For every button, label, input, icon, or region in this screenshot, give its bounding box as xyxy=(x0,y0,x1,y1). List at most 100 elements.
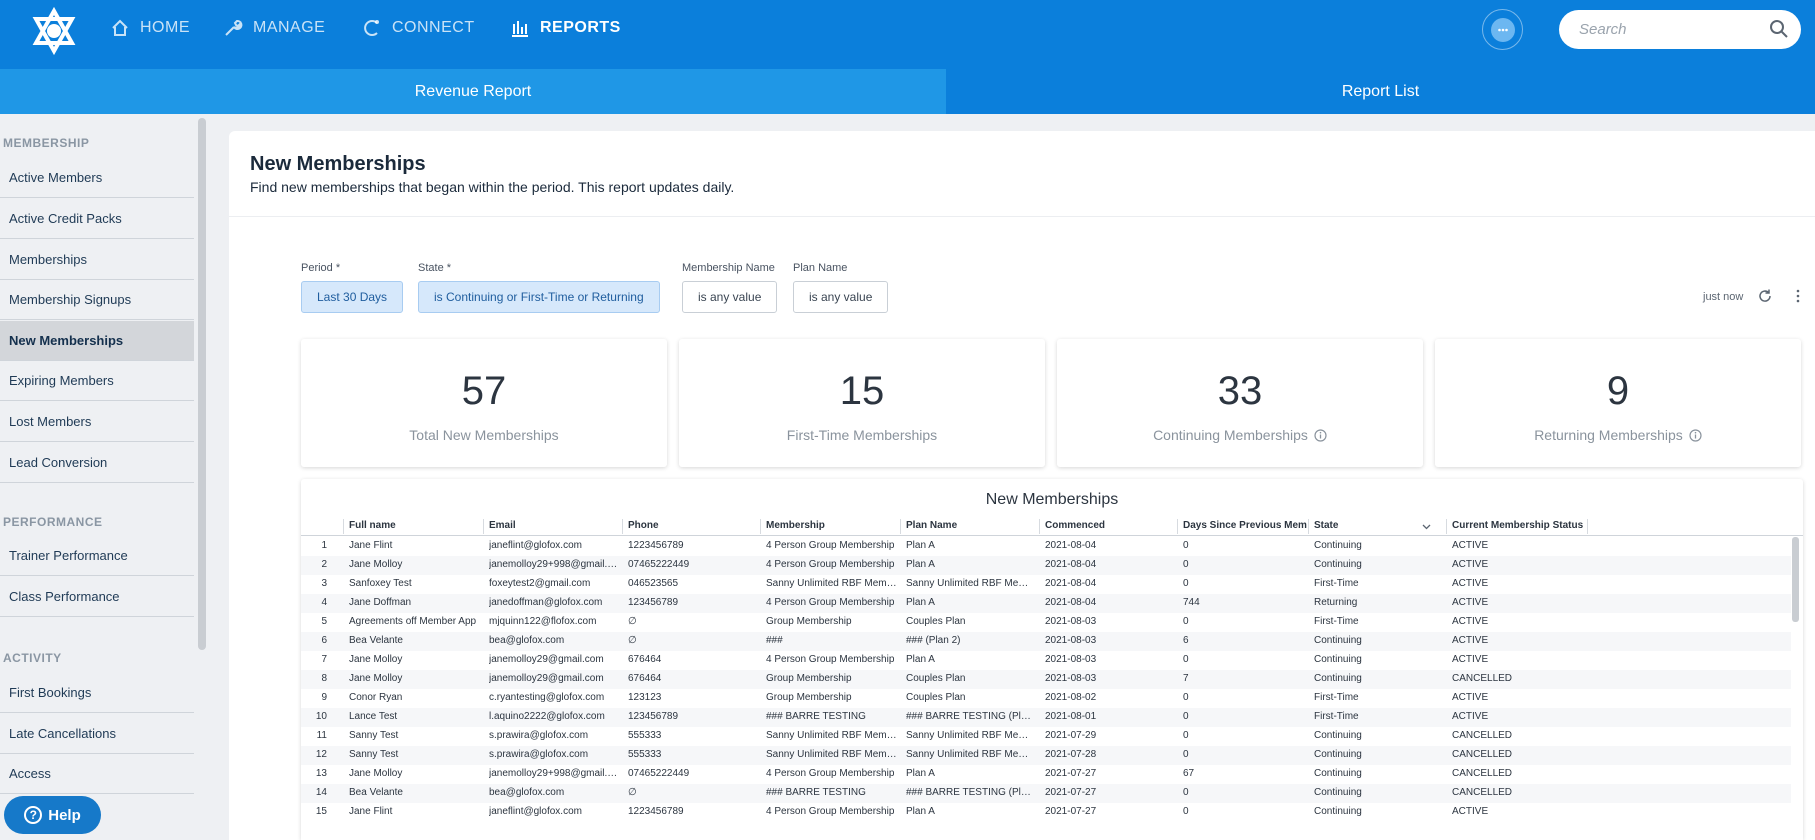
nav-home-label: HOME xyxy=(140,19,190,36)
sidebar-item-access[interactable]: Access xyxy=(0,754,194,794)
table-row[interactable]: 14 Bea Velante bea@glofox.com ∅ ### BARRE TE… xyxy=(301,784,1791,803)
cell-email: janeflint@glofox.com xyxy=(489,540,582,551)
column-header-phone[interactable]: Phone xyxy=(628,520,758,531)
cell-membership: Group Membership xyxy=(766,616,852,627)
cell-membership: Sanny Unlimited RBF Memb... xyxy=(766,749,898,760)
column-separator[interactable] xyxy=(900,519,901,534)
sort-descending-icon[interactable] xyxy=(1422,522,1431,531)
sidebar-item-class-performance[interactable]: Class Performance xyxy=(0,577,194,617)
table-scrollbar[interactable] xyxy=(1792,537,1799,622)
row-number: 14 xyxy=(315,787,327,798)
search-icon[interactable] xyxy=(1769,19,1789,39)
nav-home[interactable]: HOME xyxy=(110,0,190,56)
cell-phone: 555333 xyxy=(628,730,662,741)
nav-reports[interactable]: REPORTS xyxy=(510,0,621,56)
cell-commenced: 2021-08-04 xyxy=(1045,540,1097,551)
cell-days-since-previous: 744 xyxy=(1183,597,1200,608)
column-separator[interactable] xyxy=(1177,519,1178,534)
sidebar-item-active-credit-packs[interactable]: Active Credit Packs xyxy=(0,199,194,239)
sidebar-item-memberships[interactable]: Memberships xyxy=(0,240,194,280)
table-row[interactable]: 12 Sanny Test s.prawira@glofox.com 555333 Sa… xyxy=(301,746,1791,765)
table-row[interactable]: 10 Lance Test l.aquino2222@glofox.com 12345… xyxy=(301,708,1791,727)
cell-commenced: 2021-08-04 xyxy=(1045,597,1097,608)
column-separator[interactable] xyxy=(1039,519,1040,534)
table-row[interactable]: 11 Sanny Test s.prawira@glofox.com 555333 Sa… xyxy=(301,727,1791,746)
cell-commenced: 2021-08-03 xyxy=(1045,654,1097,665)
sidebar-item-late-cancellations[interactable]: Late Cancellations xyxy=(0,714,194,754)
column-header-membership[interactable]: Membership xyxy=(766,520,898,531)
cell-email: l.aquino2222@glofox.com xyxy=(489,711,605,722)
filter-state[interactable]: is Continuing or First-Time or Returning xyxy=(418,281,660,313)
cell-full-name: Bea Velante xyxy=(349,635,403,646)
column-header-full-name[interactable]: Full name xyxy=(349,520,481,531)
column-header-email[interactable]: Email xyxy=(489,520,619,531)
column-header-plan-name[interactable]: Plan Name xyxy=(906,520,1036,531)
table-title: New Memberships xyxy=(985,491,1119,508)
cell-current-status: CANCELLED xyxy=(1452,787,1513,798)
table-row[interactable]: 3 Sanfoxey Test foxeytest2@gmail.com 046523… xyxy=(301,575,1791,594)
table-row[interactable]: 6 Bea Velante bea@glofox.com ∅ ### ### (Plan … xyxy=(301,632,1791,651)
cell-email: janedoffman@glofox.com xyxy=(489,597,603,608)
cell-full-name: Lance Test xyxy=(349,711,398,722)
filter-period[interactable]: Last 30 Days xyxy=(301,281,404,313)
column-separator[interactable] xyxy=(1308,519,1309,534)
nav-connect[interactable]: CONNECT xyxy=(362,0,475,56)
connect-icon xyxy=(364,20,379,36)
table-row[interactable]: 9 Conor Ryan c.ryantesting@glofox.com 12312… xyxy=(301,689,1791,708)
table-row[interactable]: 4 Jane Doffman janedoffman@glofox.com 12345… xyxy=(301,594,1791,613)
table-row[interactable]: 1 Jane Flint janeflint@glofox.com 122345678… xyxy=(301,537,1791,556)
cell-plan-name: ### (Plan 2) xyxy=(906,635,961,646)
sidebar-item-expiring-members[interactable]: Expiring Members xyxy=(0,361,194,401)
column-separator[interactable] xyxy=(483,519,484,534)
row-number: 5 xyxy=(321,616,327,627)
cell-current-status: ACTIVE xyxy=(1452,635,1489,646)
sidebar-item-new-memberships[interactable]: New Memberships xyxy=(0,321,194,361)
table-row[interactable]: 8 Jane Molloy janemolloy29@gmail.com 676464… xyxy=(301,670,1791,689)
sidebar-section-membership: MEMBERSHIP xyxy=(3,136,90,150)
tab-revenue-report[interactable]: Revenue Report xyxy=(0,69,946,114)
table-row[interactable]: 2 Jane Molloy janemolloy29+998@gmail.c... 0… xyxy=(301,556,1791,575)
column-separator[interactable] xyxy=(760,519,761,534)
filter-plan-name[interactable]: is any value xyxy=(793,281,889,313)
chat-button[interactable] xyxy=(1482,9,1523,50)
page-subtitle: Find new memberships that began within t… xyxy=(250,179,735,195)
filter-membership-name[interactable]: is any value xyxy=(682,281,778,313)
refresh-icon[interactable] xyxy=(1757,288,1773,304)
cell-current-status: ACTIVE xyxy=(1452,692,1489,703)
sidebar-item-first-bookings[interactable]: First Bookings xyxy=(0,673,194,713)
help-button[interactable]: ? Help xyxy=(4,796,101,834)
cell-commenced: 2021-07-27 xyxy=(1045,806,1097,817)
table-row[interactable]: 7 Jane Molloy janemolloy29@gmail.com 676464… xyxy=(301,651,1791,670)
nav-manage[interactable]: MANAGE xyxy=(223,0,325,56)
column-separator[interactable] xyxy=(343,519,344,534)
row-number: 15 xyxy=(315,806,327,817)
sidebar-item-active-members[interactable]: Active Members xyxy=(0,158,194,198)
cell-membership: 4 Person Group Membership xyxy=(766,597,895,608)
column-header-days-since-previous[interactable]: Days Since Previous Memb... xyxy=(1183,520,1307,531)
cell-plan-name: Sanny Unlimited RBF Memb... xyxy=(906,578,1036,589)
info-icon[interactable] xyxy=(1314,428,1327,442)
more-options-icon[interactable] xyxy=(1795,288,1801,304)
sidebar-item-lost-members[interactable]: Lost Members xyxy=(0,402,194,442)
info-icon[interactable] xyxy=(1689,428,1702,442)
sidebar-item-trainer-performance[interactable]: Trainer Performance xyxy=(0,536,194,576)
sidebar-item-lead-conversion[interactable]: Lead Conversion xyxy=(0,443,194,483)
kpi-value: 9 xyxy=(1606,369,1630,413)
tab-report-list[interactable]: Report List xyxy=(946,69,1815,114)
search-input[interactable] xyxy=(1579,10,1759,49)
logo-icon[interactable] xyxy=(28,5,80,57)
column-separator[interactable] xyxy=(622,519,623,534)
table-row[interactable]: 5 Agreements off Member App mjquinn122@flo… xyxy=(301,613,1791,632)
column-header-commenced[interactable]: Commenced xyxy=(1045,520,1170,531)
table-row[interactable]: 13 Jane Molloy janemolloy29+998@gmail.com 0… xyxy=(301,765,1791,784)
help-icon: ? xyxy=(24,806,43,824)
cell-plan-name: Couples Plan xyxy=(906,616,966,627)
sidebar-item-membership-signups[interactable]: Membership Signups xyxy=(0,280,194,320)
kpi-value: 33 xyxy=(1217,369,1263,413)
table-row[interactable]: 15 Jane Flint janeflint@glofox.com 12234567… xyxy=(301,803,1791,822)
cell-days-since-previous: 67 xyxy=(1183,768,1195,779)
column-separator[interactable] xyxy=(1446,519,1447,534)
column-header-current-status[interactable]: Current Membership Status xyxy=(1452,520,1587,531)
column-separator[interactable] xyxy=(1587,519,1588,534)
sidebar-scrollbar[interactable] xyxy=(198,118,206,650)
